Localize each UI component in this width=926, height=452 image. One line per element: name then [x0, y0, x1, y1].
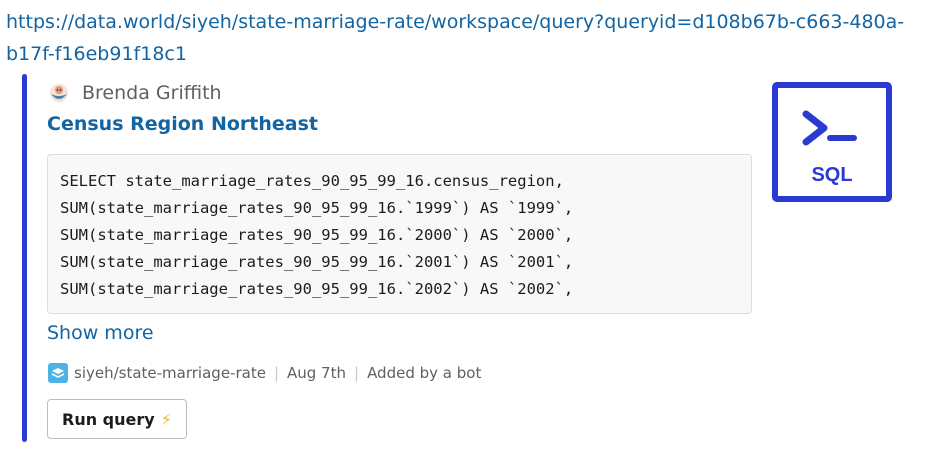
code-line: SUM(state_marriage_rates_90_95_99_16.`19…: [60, 199, 574, 217]
query-title-link[interactable]: Census Region Northeast: [47, 113, 318, 135]
dataset-icon: [48, 363, 68, 383]
added-by-label: Added by a bot: [367, 364, 482, 382]
show-more-link[interactable]: Show more: [47, 322, 154, 344]
attachment-accent-bar: [22, 74, 27, 442]
author-name: Brenda Griffith: [82, 82, 222, 104]
sql-code-block: SELECT state_marriage_rates_90_95_99_16.…: [47, 154, 752, 314]
code-line: SUM(state_marriage_rates_90_95_99_16.`20…: [60, 280, 574, 298]
dataset-name[interactable]: siyeh/state-marriage-rate: [74, 364, 266, 382]
run-query-button[interactable]: Run query ⚡: [47, 399, 187, 439]
attachment-author: Brenda Griffith: [48, 80, 222, 106]
code-line: SUM(state_marriage_rates_90_95_99_16.`20…: [60, 253, 574, 271]
code-line: SELECT state_marriage_rates_90_95_99_16.…: [60, 172, 564, 190]
attachment-footer: siyeh/state-marriage-rate | Aug 7th | Ad…: [48, 361, 481, 385]
post-date: Aug 7th: [287, 364, 346, 382]
author-avatar-icon: [50, 84, 68, 102]
query-url-link[interactable]: https://data.world/siyeh/state-marriage-…: [6, 6, 916, 70]
footer-divider: |: [273, 364, 279, 382]
run-query-label: Run query: [62, 409, 155, 429]
lightning-bolt-icon: ⚡: [160, 409, 172, 429]
sql-terminal-icon: SQL: [772, 82, 892, 202]
footer-divider: |: [354, 364, 360, 382]
code-line: SUM(state_marriage_rates_90_95_99_16.`20…: [60, 226, 574, 244]
sql-icon-label: SQL: [811, 164, 852, 186]
